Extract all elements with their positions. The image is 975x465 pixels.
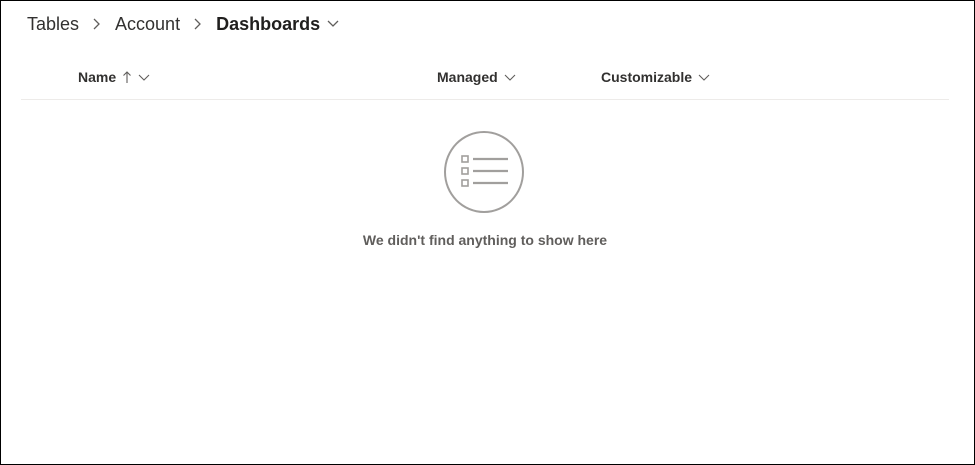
column-header-label: Managed <box>437 69 498 85</box>
empty-state-message: We didn't find anything to show here <box>362 232 608 248</box>
sort-ascending-icon <box>122 70 132 84</box>
breadcrumb-item-tables[interactable]: Tables <box>27 12 79 36</box>
breadcrumb-item-account[interactable]: Account <box>115 12 180 36</box>
chevron-right-icon <box>88 12 106 36</box>
column-header-name[interactable]: Name <box>78 69 150 85</box>
column-header-managed[interactable]: Managed <box>437 69 516 85</box>
chevron-down-icon <box>138 70 150 84</box>
chevron-right-icon <box>189 12 207 36</box>
column-header-label: Name <box>78 69 117 85</box>
column-header-label: Customizable <box>601 69 693 85</box>
table-header-row: Name Managed Customizable <box>21 59 949 100</box>
breadcrumb-current-dashboards[interactable]: Dashboards <box>216 12 320 36</box>
chevron-down-icon <box>698 70 710 84</box>
dashboards-panel: Tables Account Dashboards Name Managed C… <box>0 0 975 465</box>
breadcrumb: Tables Account Dashboards <box>27 12 340 36</box>
chevron-down-icon[interactable] <box>326 12 340 36</box>
list-icon <box>444 131 524 213</box>
chevron-down-icon <box>504 70 516 84</box>
column-header-customizable[interactable]: Customizable <box>601 69 710 85</box>
